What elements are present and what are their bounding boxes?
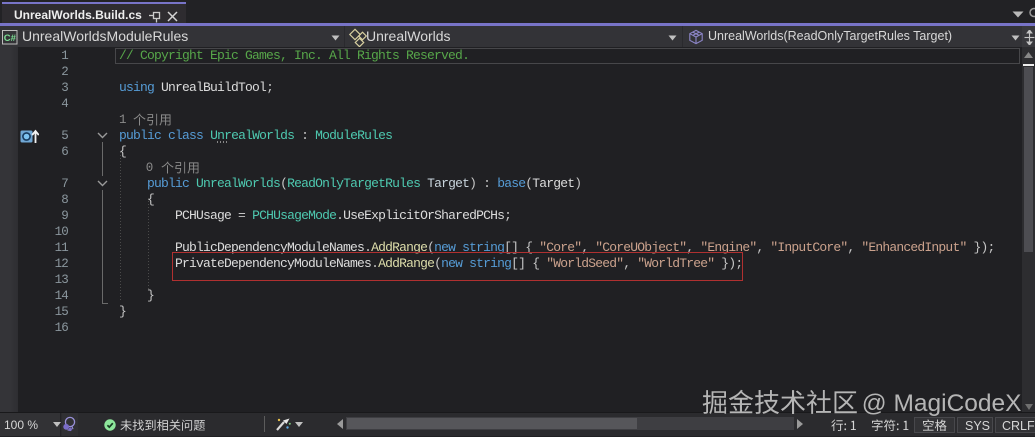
svg-text:C#: C# [4, 33, 17, 44]
